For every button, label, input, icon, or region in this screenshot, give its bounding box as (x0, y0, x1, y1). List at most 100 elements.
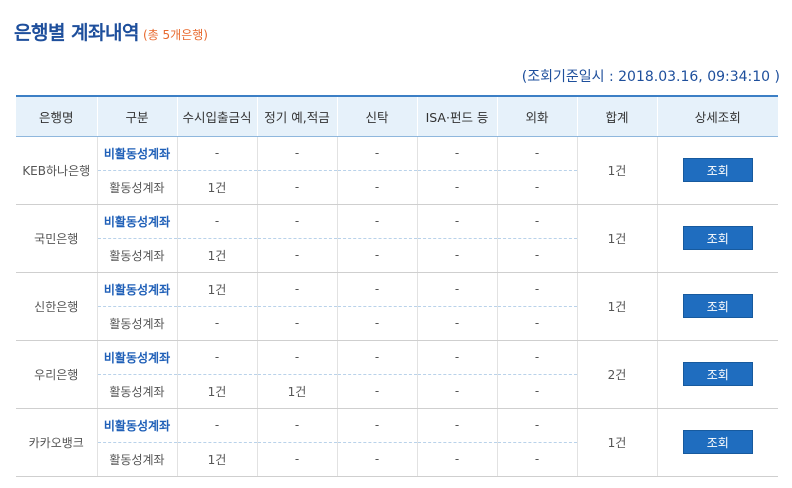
account-count-cell: - (256, 204, 337, 239)
bank-name: 우리은행 (16, 340, 97, 409)
inactive-account-label: 비활동성계좌 (96, 136, 177, 171)
active-account-label: 활동성계좌 (96, 238, 177, 273)
account-count-cell: - (496, 136, 577, 171)
account-count-cell: - (336, 204, 417, 239)
inactive-account-label: 비활동성계좌 (96, 408, 177, 443)
account-count-cell: - (176, 136, 257, 171)
account-count-cell: - (416, 136, 497, 171)
account-count-cell: - (416, 238, 497, 273)
col-header-trust: 신탁 (336, 95, 417, 137)
account-count-cell: - (336, 170, 417, 205)
table-row: 우리은행 비활동성계좌 - - - - -2건 조회 (16, 340, 778, 409)
account-count-cell: - (256, 238, 337, 273)
account-count-cell: - (496, 306, 577, 341)
account-count-cell: 1건 (176, 238, 257, 273)
view-detail-button[interactable]: 조회 (682, 226, 753, 250)
account-count-cell: 1건 (176, 170, 257, 205)
account-count-cell: - (256, 306, 337, 341)
account-count-cell: - (416, 408, 497, 443)
col-header-foreign-currency: 외화 (496, 95, 577, 137)
detail-cell: 조회 (656, 204, 778, 273)
account-count-cell: - (496, 442, 577, 477)
view-detail-button[interactable]: 조회 (682, 294, 753, 318)
table-row: 신한은행 비활동성계좌 1건 - - - -1건 조회 (16, 272, 778, 341)
inactive-account-label: 비활동성계좌 (96, 340, 177, 375)
account-count-cell: - (256, 272, 337, 307)
account-count-cell: - (256, 136, 337, 171)
account-table: 은행명 구분 수시입출금식 정기 예,적금 신탁 ISA·펀드 등 외화 합계 … (16, 95, 778, 477)
page-title-text: 은행별 계좌내역 (14, 22, 139, 44)
account-count-cell: - (176, 306, 257, 341)
col-header-total: 합계 (576, 95, 657, 137)
account-count-cell: - (496, 272, 577, 307)
account-count-cell: 1건 (176, 272, 257, 307)
account-count-cell: - (496, 204, 577, 239)
account-count-cell: 1건 (256, 374, 337, 409)
col-header-demand-deposit: 수시입출금식 (176, 95, 257, 137)
account-count-cell: - (336, 442, 417, 477)
account-count-cell: - (336, 238, 417, 273)
col-header-type: 구분 (96, 95, 177, 137)
active-account-label: 활동성계좌 (96, 306, 177, 341)
account-count-cell: - (336, 306, 417, 341)
active-account-label: 활동성계좌 (96, 374, 177, 409)
inactive-account-label: 비활동성계좌 (96, 204, 177, 239)
account-count-cell: - (336, 340, 417, 375)
active-account-label: 활동성계좌 (96, 170, 177, 205)
account-count-cell: - (336, 374, 417, 409)
view-detail-button[interactable]: 조회 (682, 430, 753, 454)
total-count: 1건 (576, 272, 657, 341)
table-row: 카카오뱅크 비활동성계좌 - - - - -1건 조회 (16, 408, 778, 477)
account-count-cell: - (496, 170, 577, 205)
view-detail-button[interactable]: 조회 (682, 362, 753, 386)
account-count-cell: - (176, 204, 257, 239)
account-count-cell: - (176, 340, 257, 375)
total-count: 1건 (576, 408, 657, 477)
detail-cell: 조회 (656, 408, 778, 477)
view-detail-button[interactable]: 조회 (682, 158, 753, 182)
account-count-cell: - (336, 408, 417, 443)
account-count-cell: 1건 (176, 442, 257, 477)
account-count-cell: - (416, 306, 497, 341)
account-count-cell: - (256, 442, 337, 477)
account-count-cell: - (416, 204, 497, 239)
total-count: 2건 (576, 340, 657, 409)
col-header-bank: 은행명 (16, 95, 97, 137)
account-count-cell: - (336, 136, 417, 171)
account-count-cell: - (256, 340, 337, 375)
bank-count: (총 5개은행) (142, 28, 208, 42)
total-count: 1건 (576, 136, 657, 205)
bank-name: 카카오뱅크 (16, 408, 97, 477)
account-count-cell: - (416, 272, 497, 307)
table-row: KEB하나은행 비활동성계좌 - - - - -1건 조회 (16, 136, 778, 205)
account-count-cell: 1건 (176, 374, 257, 409)
table-row: 국민은행 비활동성계좌 - - - - -1건 조회 (16, 204, 778, 273)
account-count-cell: - (496, 238, 577, 273)
table-body: KEB하나은행 비활동성계좌 - - - - -1건 조회 활동성계좌 1건 - - - - 국민은행 비활동… (16, 136, 778, 477)
total-count: 1건 (576, 204, 657, 273)
bank-name: 국민은행 (16, 204, 97, 273)
account-count-cell: - (256, 408, 337, 443)
account-count-cell: - (416, 374, 497, 409)
inactive-account-label: 비활동성계좌 (96, 272, 177, 307)
detail-cell: 조회 (656, 340, 778, 409)
account-count-cell: - (416, 170, 497, 205)
col-header-detail: 상세조회 (656, 95, 778, 137)
account-count-cell: - (336, 272, 417, 307)
col-header-isa-fund: ISA·펀드 등 (416, 95, 497, 137)
col-header-time-deposit: 정기 예,적금 (256, 95, 337, 137)
account-count-cell: - (416, 442, 497, 477)
account-count-cell: - (256, 170, 337, 205)
active-account-label: 활동성계좌 (96, 442, 177, 477)
table-header-row: 은행명 구분 수시입출금식 정기 예,적금 신탁 ISA·펀드 등 외화 합계 … (16, 95, 778, 137)
account-count-cell: - (496, 374, 577, 409)
query-timestamp: (조회기준일시 : 2018.03.16, 09:34:10 ) (521, 69, 780, 85)
account-count-cell: - (176, 408, 257, 443)
account-count-cell: - (496, 408, 577, 443)
detail-cell: 조회 (656, 272, 778, 341)
account-count-cell: - (416, 340, 497, 375)
bank-name: KEB하나은행 (16, 136, 97, 205)
detail-cell: 조회 (656, 136, 778, 205)
page-title: 은행별 계좌내역 (총 5개은행) (14, 18, 208, 45)
bank-name: 신한은행 (16, 272, 97, 341)
